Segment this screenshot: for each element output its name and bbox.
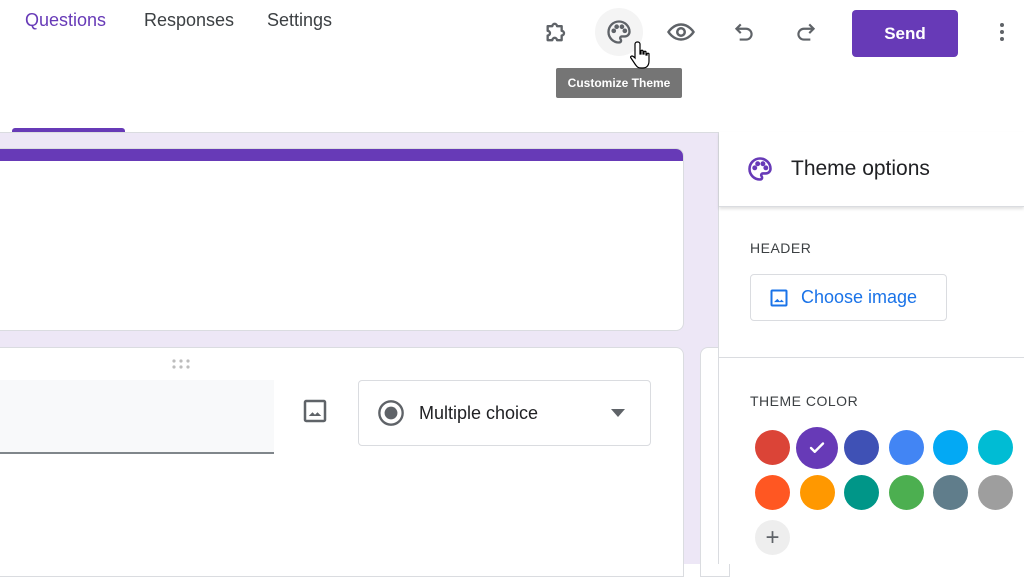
theme-color-swatch[interactable] [799,475,835,510]
theme-color-swatch[interactable] [844,475,879,510]
choose-image-label: Choose image [801,287,918,307]
tab-settings[interactable]: Settings [267,10,332,31]
addons-button[interactable] [533,8,581,56]
question-type-dropdown[interactable]: Multiple choice [358,380,651,446]
theme-color-swatch[interactable] [755,475,790,510]
customize-theme-tooltip: Customize Theme [556,68,682,98]
eye-icon [667,23,695,41]
theme-color-swatch[interactable] [977,475,1013,510]
add-custom-color-button[interactable]: + [755,520,790,555]
theme-color-swatch[interactable] [888,475,924,510]
question-title-input[interactable] [0,380,274,454]
theme-color-swatch[interactable] [888,430,924,465]
hand-cursor-icon [630,41,650,69]
palette-icon [607,20,631,44]
theme-color-swatch[interactable] [933,430,968,465]
more-vert-icon [1000,23,1004,41]
theme-panel-title: Theme options [791,157,930,180]
palette-icon [748,157,772,181]
undo-icon [734,23,753,41]
theme-color-swatch[interactable] [755,430,790,465]
question-card[interactable]: Multiple choice [0,347,684,577]
theme-color-section-label: THEME COLOR [750,393,859,409]
theme-panel-header: Theme options [719,132,1024,207]
puzzle-icon [546,22,566,42]
section-divider [719,357,1024,358]
theme-color-swatch[interactable] [933,475,968,510]
question-type-label: Multiple choice [419,402,539,423]
more-options-button[interactable] [978,8,1024,56]
drag-handle-icon[interactable] [170,358,192,370]
theme-options-panel: Theme options HEADER Choose image THEME … [718,132,1024,564]
choose-image-button[interactable]: Choose image [750,274,947,321]
header-section-label: HEADER [750,240,812,256]
theme-color-swatch[interactable] [844,430,879,465]
send-button[interactable]: Send [852,10,958,57]
theme-color-swatch[interactable] [977,430,1013,465]
redo-icon [797,23,816,41]
theme-color-band [0,149,683,161]
add-image-icon[interactable] [300,396,330,426]
radio-button-icon [378,400,404,426]
form-header-card[interactable] [0,148,684,331]
undo-button[interactable] [720,8,768,56]
image-icon [770,289,788,306]
preview-button[interactable] [657,8,705,56]
tab-responses[interactable]: Responses [144,10,234,31]
redo-button[interactable] [782,8,830,56]
dropdown-arrow-icon [611,409,625,417]
tab-questions[interactable]: Questions [25,10,106,31]
theme-color-swatch[interactable] [796,426,838,469]
check-icon [809,441,825,453]
